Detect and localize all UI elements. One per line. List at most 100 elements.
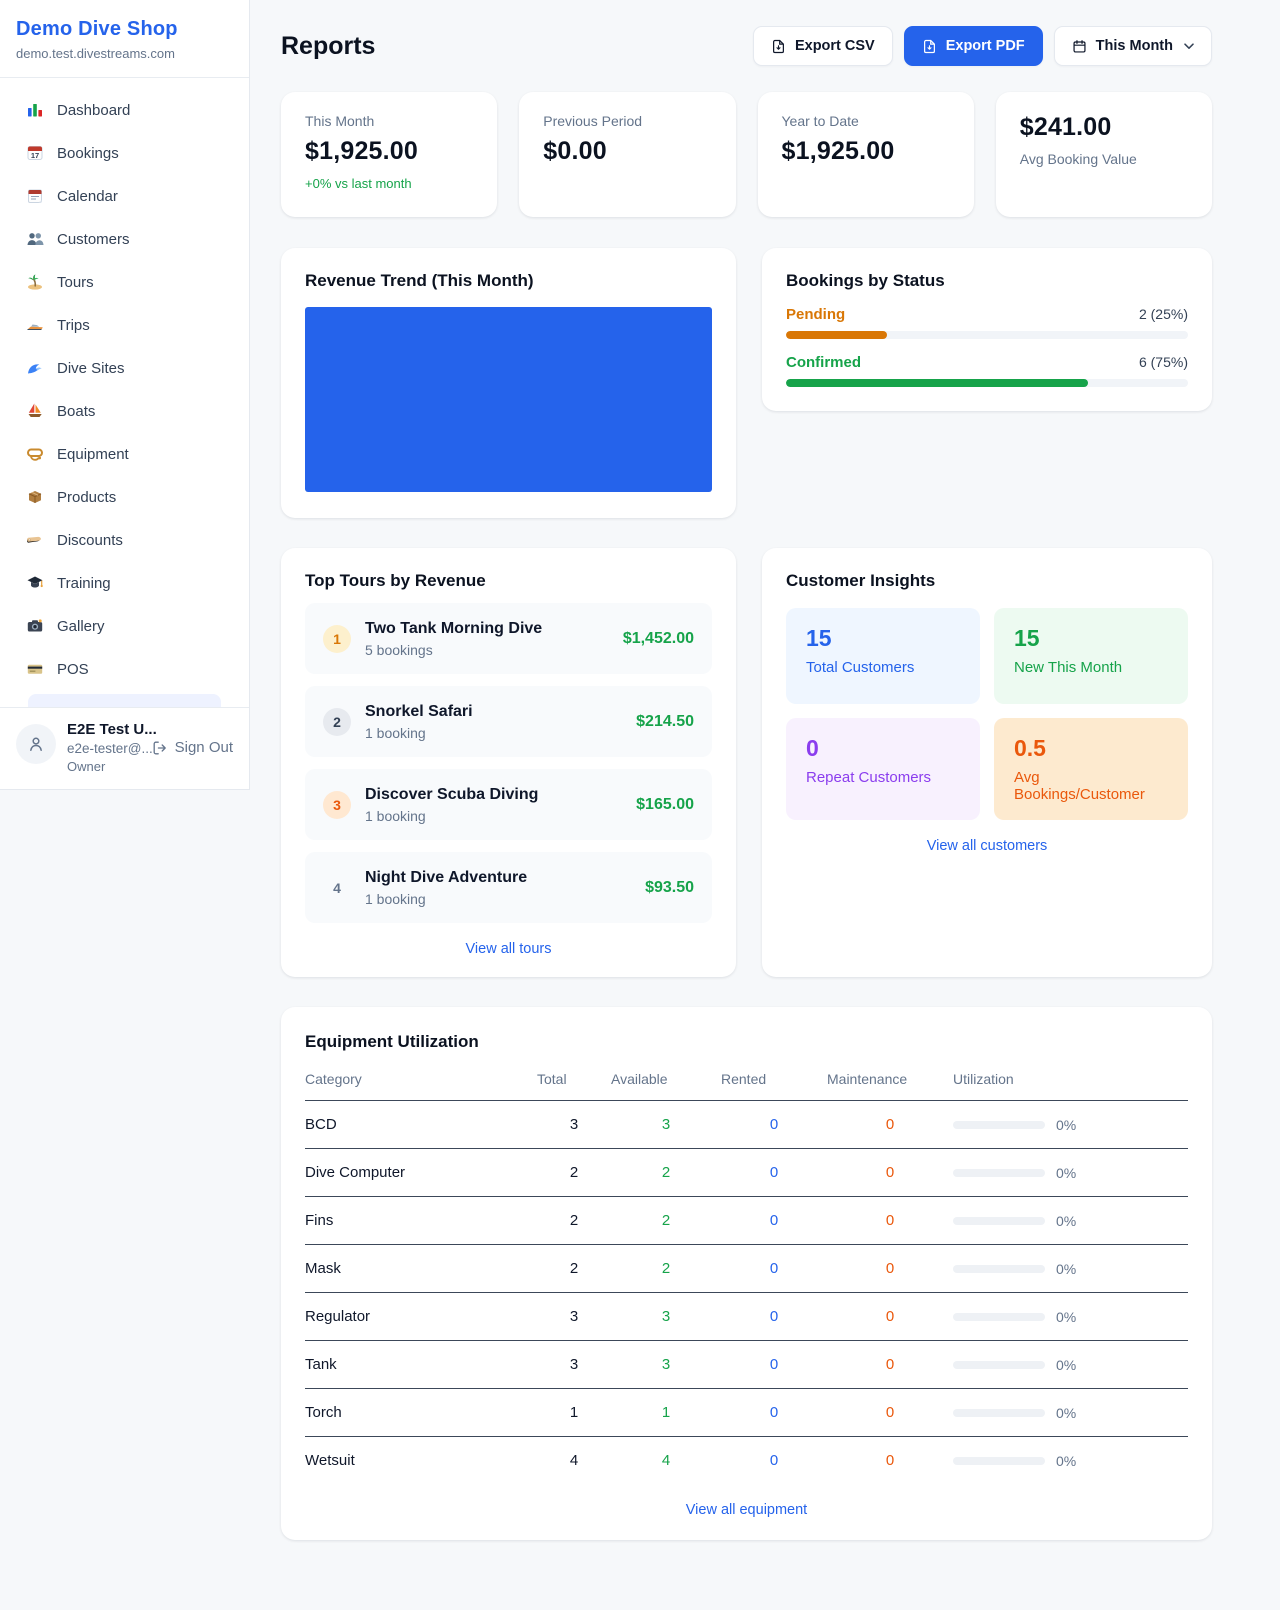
sidebar-item-calendar[interactable]: Calendar: [14, 178, 235, 214]
page-header: Reports Export CSV Export PDF This Month: [281, 26, 1212, 66]
sidebar-item-boats[interactable]: Boats: [14, 393, 235, 429]
dive-mask-icon: [26, 445, 44, 463]
cell-maintenance: 0: [827, 1245, 953, 1293]
main-content: Reports Export CSV Export PDF This Month: [250, 0, 1280, 1580]
utilization-cell: 0%: [953, 1309, 1188, 1325]
sidebar-item-label: Training: [57, 575, 111, 592]
calendar-date-icon: 17: [26, 144, 44, 162]
utilization-percent: 0%: [1056, 1357, 1076, 1373]
cell-maintenance: 0: [827, 1389, 953, 1437]
equipment-utilization-title: Equipment Utilization: [305, 1032, 1188, 1052]
sidebar: Demo Dive Shop demo.test.divestreams.com…: [0, 0, 250, 790]
export-csv-button[interactable]: Export CSV: [753, 26, 893, 66]
rank-badge: 3: [323, 791, 351, 819]
view-all-customers-link[interactable]: View all customers: [786, 838, 1188, 854]
cell-category: Fins: [305, 1197, 537, 1245]
sidebar-item-partial-active[interactable]: [28, 694, 221, 707]
view-all-equipment-link[interactable]: View all equipment: [305, 1502, 1188, 1518]
sidebar-item-tours[interactable]: Tours: [14, 264, 235, 300]
cell-available: 3: [611, 1341, 721, 1389]
insight-repeat-customers: 0 Repeat Customers: [786, 718, 980, 820]
utilization-bar: [953, 1313, 1045, 1321]
sidebar-item-equipment[interactable]: Equipment: [14, 436, 235, 472]
sidebar-item-label: Equipment: [57, 446, 129, 463]
utilization-bar: [953, 1121, 1045, 1129]
sidebar-item-label: Dive Sites: [57, 360, 125, 377]
stat-label: This Month: [305, 113, 473, 129]
col-header-available: Available: [611, 1071, 721, 1101]
insight-label: Avg Bookings/Customer: [1014, 769, 1168, 803]
utilization-percent: 0%: [1056, 1165, 1076, 1181]
tour-revenue: $1,452.00: [623, 630, 694, 648]
table-row: Wetsuit 4 4 0 0 0%: [305, 1437, 1188, 1485]
tour-row: 3 Discover Scuba Diving 1 booking $165.0…: [305, 769, 712, 840]
stat-label: Previous Period: [543, 113, 711, 129]
sidebar-item-trips[interactable]: Trips: [14, 307, 235, 343]
tour-row: 2 Snorkel Safari 1 booking $214.50: [305, 686, 712, 757]
utilization-cell: 0%: [953, 1357, 1188, 1373]
utilization-cell: 0%: [953, 1405, 1188, 1421]
status-label: Confirmed: [786, 354, 861, 371]
credit-card-icon: [26, 660, 44, 678]
tour-bookings: 5 bookings: [365, 642, 542, 658]
cell-total: 3: [537, 1341, 611, 1389]
stat-value: $0.00: [543, 137, 711, 166]
period-label: This Month: [1096, 38, 1173, 54]
tour-bookings: 1 booking: [365, 725, 473, 741]
table-row: Regulator 3 3 0 0 0%: [305, 1293, 1188, 1341]
cell-rented: 0: [721, 1389, 827, 1437]
row-tours-insights: Top Tours by Revenue 1 Two Tank Morning …: [281, 548, 1212, 977]
utilization-bar: [953, 1409, 1045, 1417]
stat-label: Year to Date: [782, 113, 950, 129]
export-pdf-button[interactable]: Export PDF: [904, 26, 1043, 66]
sailboat-icon: [26, 402, 44, 420]
cell-total: 2: [537, 1245, 611, 1293]
utilization-cell: 0%: [953, 1165, 1188, 1181]
utilization-bar: [953, 1169, 1045, 1177]
user-panel: E2E Test U... e2e-tester@... Owner Sign …: [0, 707, 249, 789]
user-role: Owner: [67, 759, 141, 774]
status-count: 6 (75%): [1139, 354, 1188, 370]
utilization-bar: [953, 1361, 1045, 1369]
stat-value: $1,925.00: [305, 137, 473, 166]
cell-category: Tank: [305, 1341, 537, 1389]
cell-maintenance: 0: [827, 1341, 953, 1389]
cell-maintenance: 0: [827, 1149, 953, 1197]
table-row: Torch 1 1 0 0 0%: [305, 1389, 1188, 1437]
tour-bookings: 1 booking: [365, 808, 538, 824]
cell-category: Dive Computer: [305, 1149, 537, 1197]
bookings-by-status-card: Bookings by Status Pending 2 (25%) Confi…: [762, 248, 1212, 411]
island-icon: [26, 273, 44, 291]
sidebar-item-dashboard[interactable]: Dashboard: [14, 92, 235, 128]
stat-cards: This Month $1,925.00 +0% vs last month P…: [281, 92, 1212, 217]
bookings-by-status-title: Bookings by Status: [786, 271, 1188, 291]
sidebar-item-training[interactable]: Training: [14, 565, 235, 601]
header-actions: Export CSV Export PDF This Month: [753, 26, 1212, 66]
sidebar-item-discounts[interactable]: Discounts: [14, 522, 235, 558]
sidebar-item-customers[interactable]: Customers: [14, 221, 235, 257]
stat-card-this-month: This Month $1,925.00 +0% vs last month: [281, 92, 497, 217]
tag-icon: [26, 531, 44, 549]
view-all-tours-link[interactable]: View all tours: [305, 941, 712, 957]
sidebar-item-pos[interactable]: POS: [14, 651, 235, 687]
user-meta: E2E Test U... e2e-tester@... Owner: [67, 721, 141, 774]
revenue-trend-title: Revenue Trend (This Month): [305, 271, 712, 291]
tour-name: Snorkel Safari: [365, 703, 473, 721]
tear-off-calendar-icon: [26, 187, 44, 205]
sidebar-item-gallery[interactable]: Gallery: [14, 608, 235, 644]
period-dropdown[interactable]: This Month: [1054, 26, 1212, 66]
equipment-utilization-card: Equipment Utilization Category Total Ava…: [281, 1007, 1212, 1540]
cell-total: 4: [537, 1437, 611, 1485]
sidebar-item-products[interactable]: Products: [14, 479, 235, 515]
status-label: Pending: [786, 306, 845, 323]
status-bar-track: [786, 331, 1188, 339]
sidebar-item-bookings[interactable]: 17 Bookings: [14, 135, 235, 171]
sign-out-button[interactable]: Sign Out: [152, 739, 233, 756]
utilization-cell: 0%: [953, 1213, 1188, 1229]
sidebar-item-dive-sites[interactable]: Dive Sites: [14, 350, 235, 386]
user-email: e2e-tester@...: [67, 741, 141, 756]
revenue-trend-card: Revenue Trend (This Month): [281, 248, 736, 518]
customer-insights-title: Customer Insights: [786, 571, 1188, 591]
sidebar-item-label: Tours: [57, 274, 94, 291]
calendar-icon: [1072, 39, 1087, 54]
